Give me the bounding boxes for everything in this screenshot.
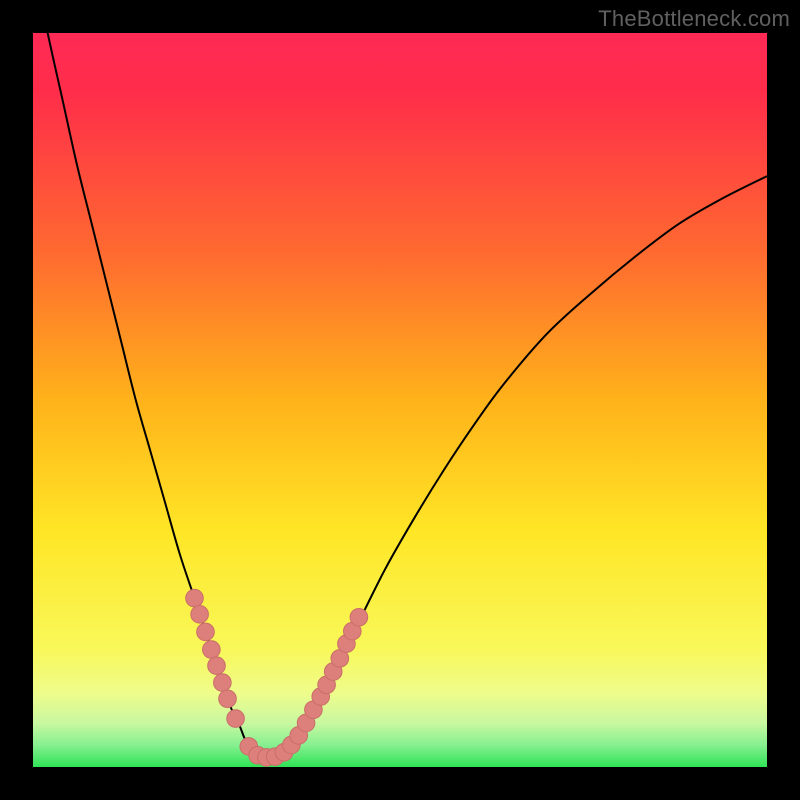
gradient-background bbox=[33, 33, 767, 767]
highlight-dot bbox=[208, 657, 226, 675]
highlight-dot bbox=[350, 608, 368, 626]
highlight-dot bbox=[214, 674, 232, 692]
highlight-dot bbox=[197, 623, 215, 641]
highlight-dot bbox=[191, 606, 209, 624]
highlight-dot bbox=[219, 690, 237, 708]
highlight-dot bbox=[203, 641, 221, 659]
chart-svg bbox=[33, 33, 767, 767]
chart-stage: TheBottleneck.com bbox=[0, 0, 800, 800]
watermark-text: TheBottleneck.com bbox=[598, 6, 790, 32]
highlight-dot bbox=[227, 710, 245, 728]
highlight-dot bbox=[186, 589, 204, 607]
plot-area bbox=[33, 33, 767, 767]
